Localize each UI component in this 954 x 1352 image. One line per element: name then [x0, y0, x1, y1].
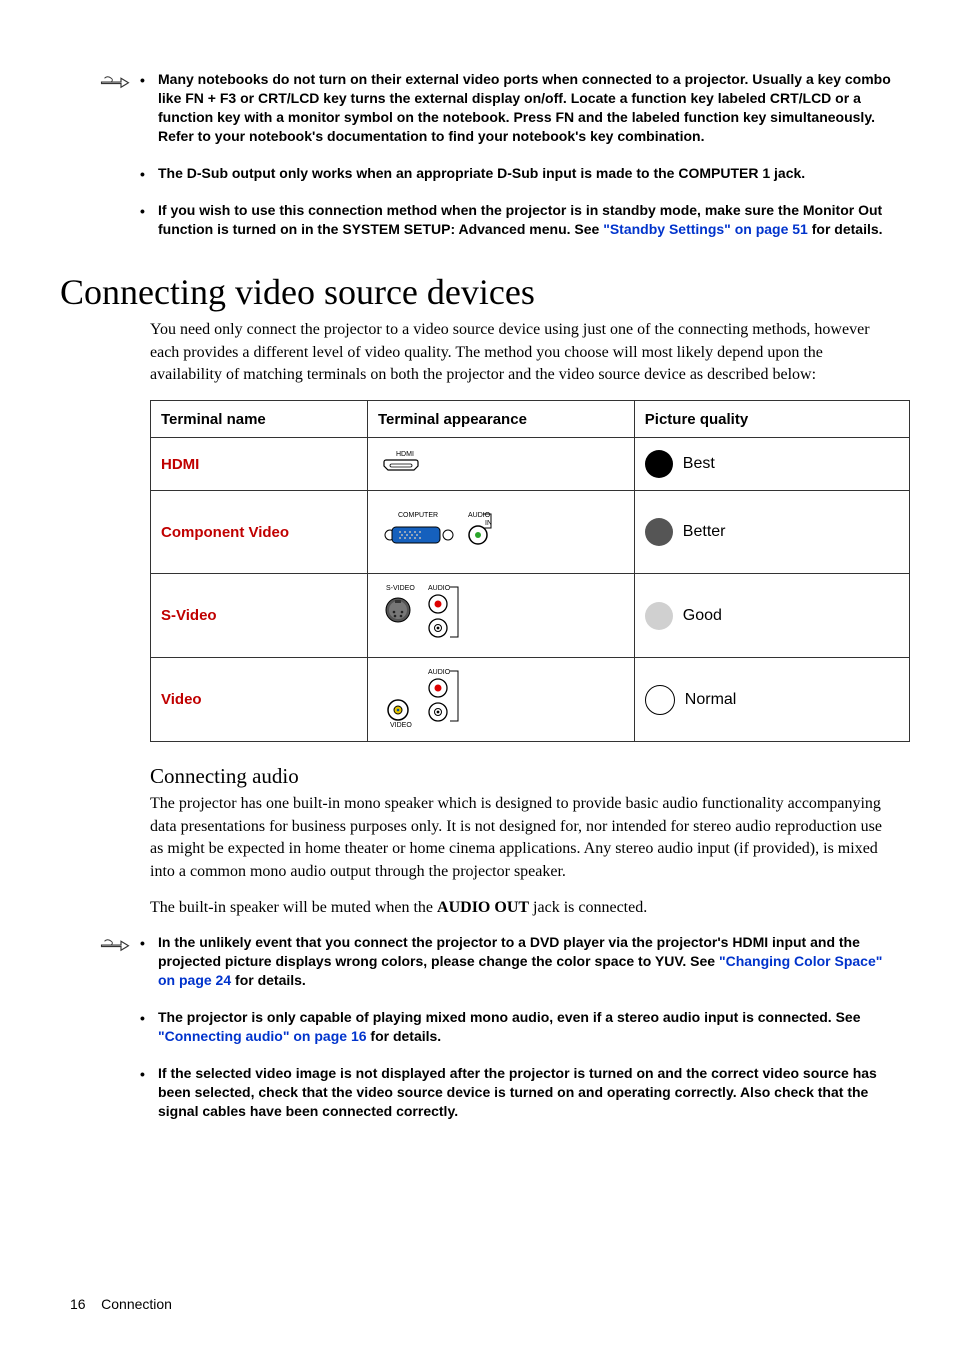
th-terminal-name: Terminal name: [151, 401, 368, 438]
hand-pointer-icon: [100, 933, 140, 960]
quality-label: Normal: [685, 691, 737, 709]
svg-text:IN: IN: [485, 520, 492, 527]
page-number: 16: [70, 1296, 86, 1312]
component-port-icon: COMPUTER AUDIO IN: [378, 505, 508, 555]
quality-label: Best: [683, 455, 715, 473]
video-port-icon: VIDEO AUDIO: [378, 664, 488, 730]
svg-text:HDMI: HDMI: [396, 451, 414, 458]
svg-text:AUDIO: AUDIO: [428, 585, 451, 592]
note-text: If the selected video image is not displ…: [158, 1064, 894, 1121]
link-connecting-audio[interactable]: "Connecting audio" on page 16: [158, 1028, 367, 1044]
cell-svideo-name: S-Video: [151, 574, 368, 658]
note-item: • The D-Sub output only works when an ap…: [140, 164, 894, 184]
note-item: • The projector is only capable of playi…: [140, 1008, 894, 1046]
cell-hdmi-appearance: HDMI: [367, 438, 634, 491]
link-standby-settings[interactable]: "Standby Settings" on page 51: [603, 221, 808, 237]
note-text-post: for details.: [808, 221, 883, 237]
note-text-post: for details.: [367, 1028, 442, 1044]
svg-text:S-VIDEO: S-VIDEO: [386, 585, 415, 592]
page-footer: 16 Connection: [70, 1296, 172, 1312]
svg-text:AUDIO: AUDIO: [428, 669, 451, 676]
svg-text:VIDEO: VIDEO: [390, 722, 412, 729]
svideo-port-icon: S-VIDEO AUDIO: [378, 580, 488, 646]
th-terminal-appearance: Terminal appearance: [367, 401, 634, 438]
quality-circle-icon: [645, 518, 673, 546]
audio-paragraph: The projector has one built-in mono spea…: [150, 793, 894, 883]
cell-component-quality: Better: [634, 491, 909, 574]
hdmi-port-icon: HDMI: [378, 448, 428, 476]
note-text: The D-Sub output only works when an appr…: [158, 164, 805, 184]
heading-connecting-audio: Connecting audio: [150, 764, 894, 789]
top-note-block: • Many notebooks do not turn on their ex…: [100, 70, 894, 257]
svg-text:COMPUTER: COMPUTER: [398, 512, 438, 519]
hand-pointer-icon: [100, 70, 140, 97]
note-item: • Many notebooks do not turn on their ex…: [140, 70, 894, 146]
quality-circle-icon: [645, 450, 673, 478]
note-text: Many notebooks do not turn on their exte…: [158, 70, 894, 146]
text-fragment: The built-in speaker will be muted when …: [150, 899, 437, 916]
th-picture-quality: Picture quality: [634, 401, 909, 438]
note-item: • If you wish to use this connection met…: [140, 201, 894, 239]
note-text-post: for details.: [231, 972, 306, 988]
text-fragment: jack is connected.: [529, 899, 647, 916]
terminals-table: Terminal name Terminal appearance Pictur…: [150, 400, 910, 742]
svg-text:AUDIO: AUDIO: [468, 512, 491, 519]
quality-circle-icon: [645, 685, 675, 715]
cell-component-appearance: COMPUTER AUDIO IN: [367, 491, 634, 574]
section-name: Connection: [101, 1296, 172, 1312]
note-item: • In the unlikely event that you connect…: [140, 933, 894, 990]
quality-circle-icon: [645, 602, 673, 630]
cell-svideo-quality: Good: [634, 574, 909, 658]
cell-video-name: Video: [151, 658, 368, 742]
bottom-note-block: • In the unlikely event that you connect…: [100, 933, 894, 1138]
quality-label: Good: [683, 607, 722, 625]
speaker-mute-paragraph: The built-in speaker will be muted when …: [150, 897, 894, 919]
intro-paragraph: You need only connect the projector to a…: [150, 319, 894, 386]
heading-connecting-video: Connecting video source devices: [60, 271, 894, 313]
quality-label: Better: [683, 523, 726, 541]
note-item: • If the selected video image is not dis…: [140, 1064, 894, 1121]
note-text-pre: The projector is only capable of playing…: [158, 1009, 860, 1025]
cell-component-name: Component Video: [151, 491, 368, 574]
cell-video-appearance: VIDEO AUDIO: [367, 658, 634, 742]
cell-video-quality: Normal: [634, 658, 909, 742]
cell-hdmi-name: HDMI: [151, 438, 368, 491]
audio-out-label: AUDIO OUT: [437, 899, 529, 916]
cell-svideo-appearance: S-VIDEO AUDIO: [367, 574, 634, 658]
cell-hdmi-quality: Best: [634, 438, 909, 491]
